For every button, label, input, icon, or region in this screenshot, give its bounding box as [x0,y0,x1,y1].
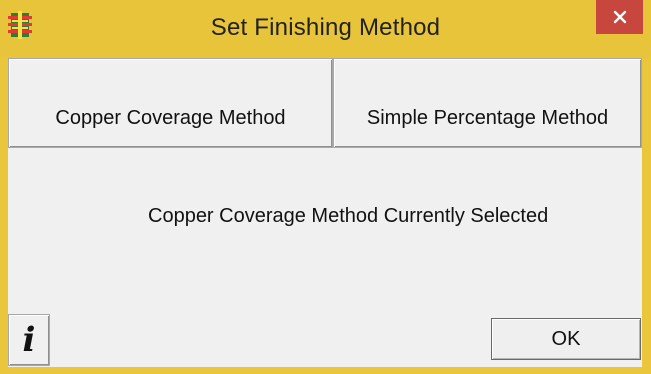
title-bar[interactable]: Set Finishing Method [0,0,651,58]
info-button[interactable]: i [8,314,50,366]
dialog-body: Copper Coverage Method Simple Percentage… [8,58,642,367]
close-icon [613,10,626,24]
simple-percentage-method-label: Simple Percentage Method [366,106,609,129]
copper-coverage-method-label: Copper Coverage Method [55,106,286,129]
close-button[interactable] [596,0,643,34]
selected-method-status: Copper Coverage Method Currently Selecte… [148,205,549,227]
ok-button[interactable]: OK [491,318,641,360]
simple-percentage-method-button[interactable]: Simple Percentage Method [333,58,642,148]
window-title: Set Finishing Method [210,14,441,41]
dialog-window: Set Finishing Method Copper Coverage Met… [0,0,651,374]
info-icon: i [22,320,36,360]
copper-coverage-method-button[interactable]: Copper Coverage Method [8,58,333,148]
